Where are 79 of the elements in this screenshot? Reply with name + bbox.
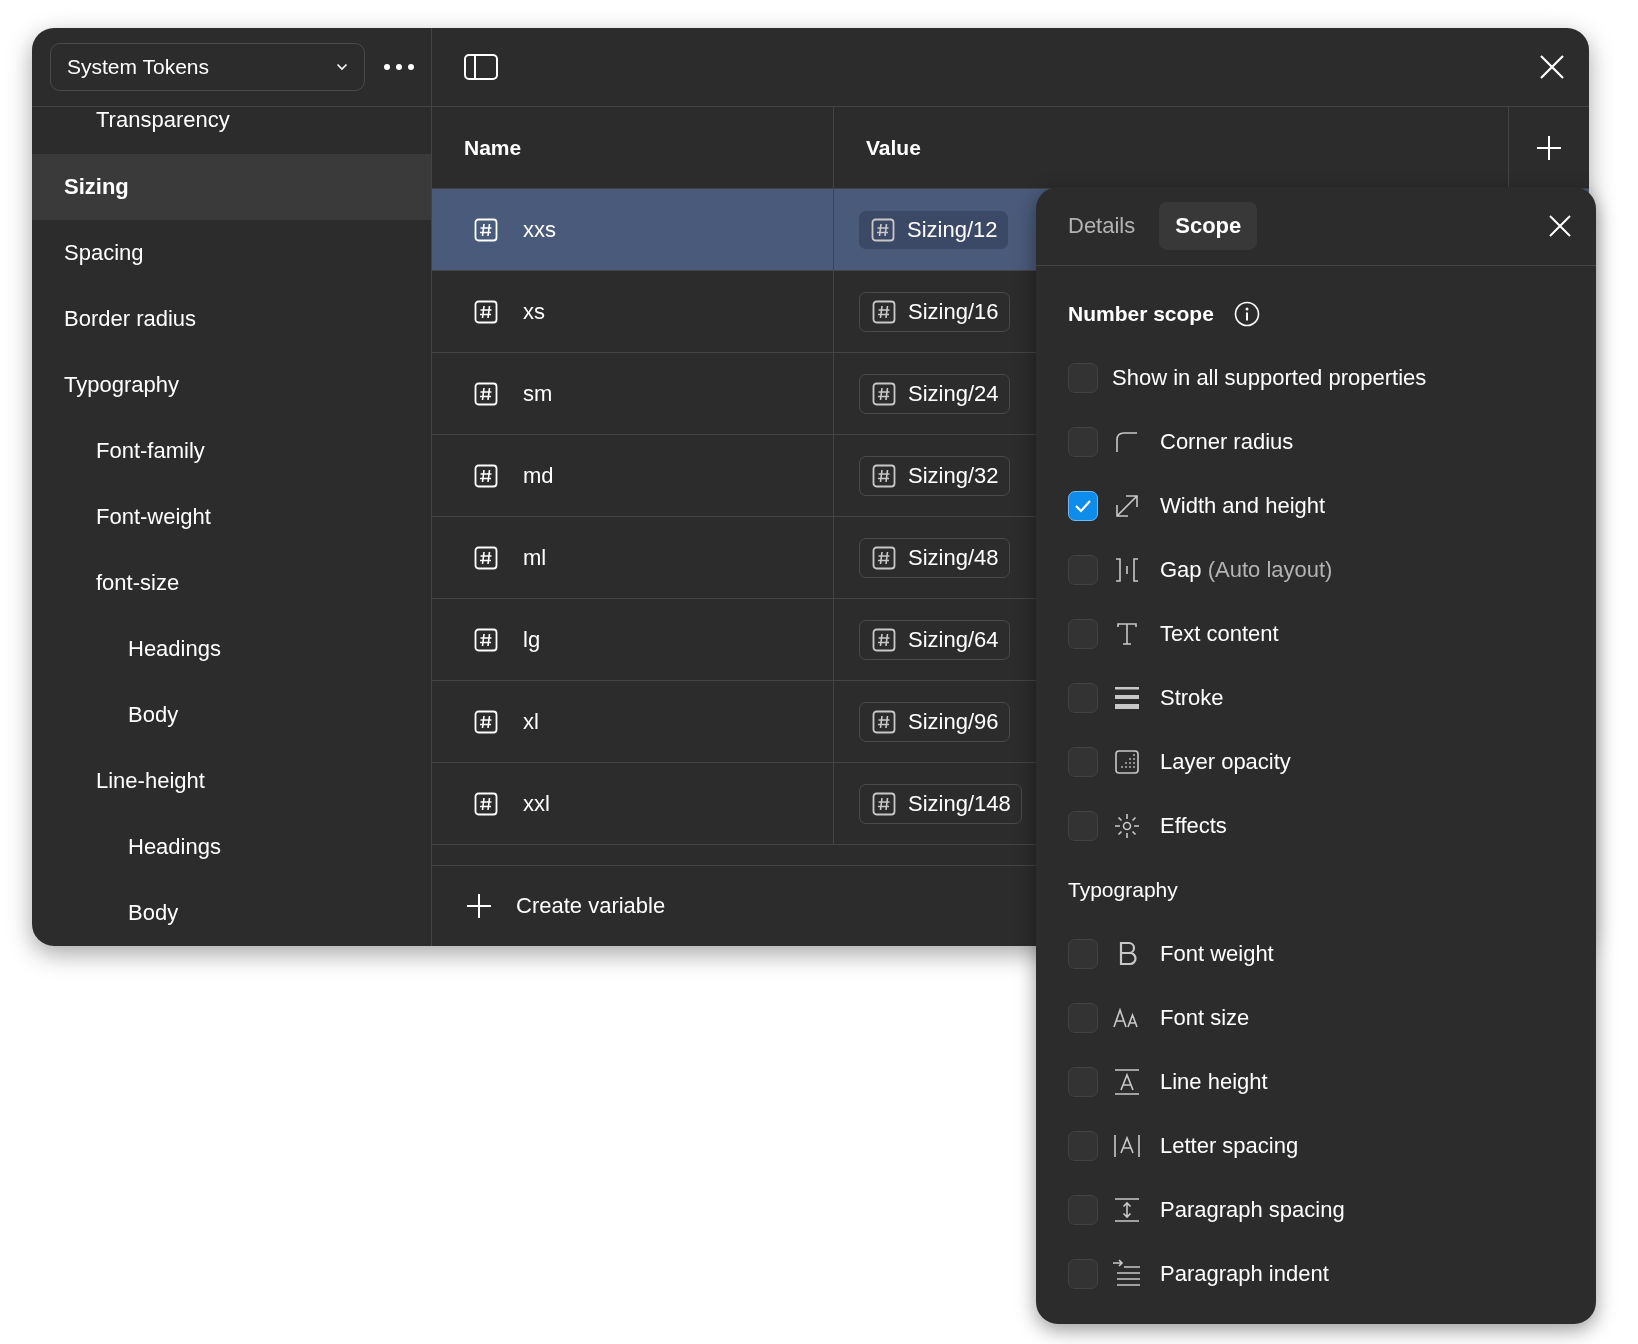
value-chip[interactable]: Sizing/12: [859, 210, 1008, 249]
variable-name: sm: [523, 380, 553, 407]
value-chip[interactable]: Sizing/48: [859, 537, 1010, 578]
sidebar-item[interactable]: Body: [32, 682, 431, 748]
sidebar-item[interactable]: Typography: [32, 352, 431, 418]
sidebar-item[interactable]: Border radius: [32, 286, 431, 352]
line-height-icon: [1112, 1067, 1142, 1097]
sidebar-item[interactable]: Headings: [32, 616, 431, 682]
add-icon[interactable]: [1536, 134, 1562, 161]
more-options-icon[interactable]: [383, 63, 415, 71]
section-title: Number scope: [1068, 302, 1214, 326]
close-icon[interactable]: [1539, 54, 1565, 80]
hash-icon: [871, 217, 895, 242]
sidebar-item[interactable]: Line-height: [32, 748, 431, 814]
sidebar-item[interactable]: Font-weight: [32, 484, 431, 550]
option-label: Stroke: [1160, 685, 1224, 711]
option-label: Effects: [1160, 813, 1227, 839]
option-label: Width and height: [1160, 493, 1326, 519]
variable-name: md: [523, 462, 554, 489]
hash-icon: [872, 463, 896, 488]
sidebar-item[interactable]: Transparency: [32, 107, 431, 154]
paragraph-spacing-icon: [1112, 1195, 1142, 1225]
sidebar-toggle-icon[interactable]: [464, 54, 498, 80]
hash-icon: [474, 627, 498, 652]
hash-icon: [872, 709, 896, 734]
hash-icon: [872, 381, 896, 406]
sidebar-item[interactable]: Headings: [32, 814, 431, 880]
hash-icon: [474, 545, 498, 570]
create-variable-button[interactable]: Create variable: [466, 893, 666, 919]
hash-icon: [474, 381, 498, 406]
sun-icon: [1112, 811, 1142, 841]
column-header: Name: [432, 107, 834, 188]
variable-name: xl: [523, 708, 539, 735]
checkbox[interactable]: [1068, 491, 1098, 521]
option-label: Line height: [1160, 1069, 1268, 1095]
option-label: Show in all supported properties: [1112, 365, 1427, 391]
hash-icon: [474, 299, 498, 324]
collection-dropdown[interactable]: System Tokens: [50, 43, 365, 91]
hash-icon: [474, 791, 498, 816]
close-icon[interactable]: [1548, 214, 1572, 238]
hash-icon: [872, 627, 896, 652]
checkmark-icon: [1074, 499, 1092, 513]
option-label: Gap (Auto layout): [1160, 557, 1333, 583]
option-label: Paragraph spacing: [1160, 1197, 1345, 1223]
hash-icon: [474, 217, 498, 242]
option-label: Paragraph indent: [1160, 1261, 1329, 1287]
sidebar-item[interactable]: Body: [32, 880, 431, 946]
variable-name: xxl: [523, 790, 550, 817]
hash-icon: [474, 709, 498, 734]
variable-name: xs: [523, 298, 545, 325]
plus-icon: [466, 893, 492, 919]
value-chip[interactable]: Sizing/96: [859, 701, 1010, 742]
opacity-grid-icon: [1112, 747, 1142, 777]
value-chip[interactable]: Sizing/16: [859, 291, 1010, 332]
option-label: Letter spacing: [1160, 1133, 1299, 1159]
section-title: Typography: [1068, 878, 1178, 902]
sidebar-item[interactable]: Sizing: [32, 154, 431, 220]
indent-icon: [1112, 1259, 1142, 1289]
option-label: Font weight: [1160, 941, 1274, 967]
sidebar-item[interactable]: font-size: [32, 550, 431, 616]
info-icon[interactable]: [1233, 301, 1260, 327]
popover-tab[interactable]: Details: [1052, 202, 1152, 250]
variable-name: ml: [523, 544, 547, 571]
value-chip[interactable]: Sizing/64: [859, 619, 1010, 660]
variable-name: xxs: [523, 216, 556, 243]
option-label: Font size: [1160, 1005, 1250, 1031]
variable-name: lg: [523, 626, 541, 653]
value-chip[interactable]: Sizing/24: [859, 373, 1010, 414]
value-chip[interactable]: Sizing/32: [859, 455, 1010, 496]
value-chip[interactable]: Sizing/148: [859, 783, 1022, 824]
popover-tab[interactable]: Scope: [1159, 202, 1258, 250]
sidebar-item[interactable]: Font-family: [32, 418, 431, 484]
chevron-down-icon: [336, 63, 348, 71]
hash-icon: [872, 299, 896, 324]
sidebar-item[interactable]: Spacing: [32, 220, 431, 286]
hash-icon: [474, 463, 498, 488]
hash-icon: [872, 545, 896, 570]
option-label: Text content: [1160, 621, 1279, 647]
hash-icon: [872, 791, 896, 816]
